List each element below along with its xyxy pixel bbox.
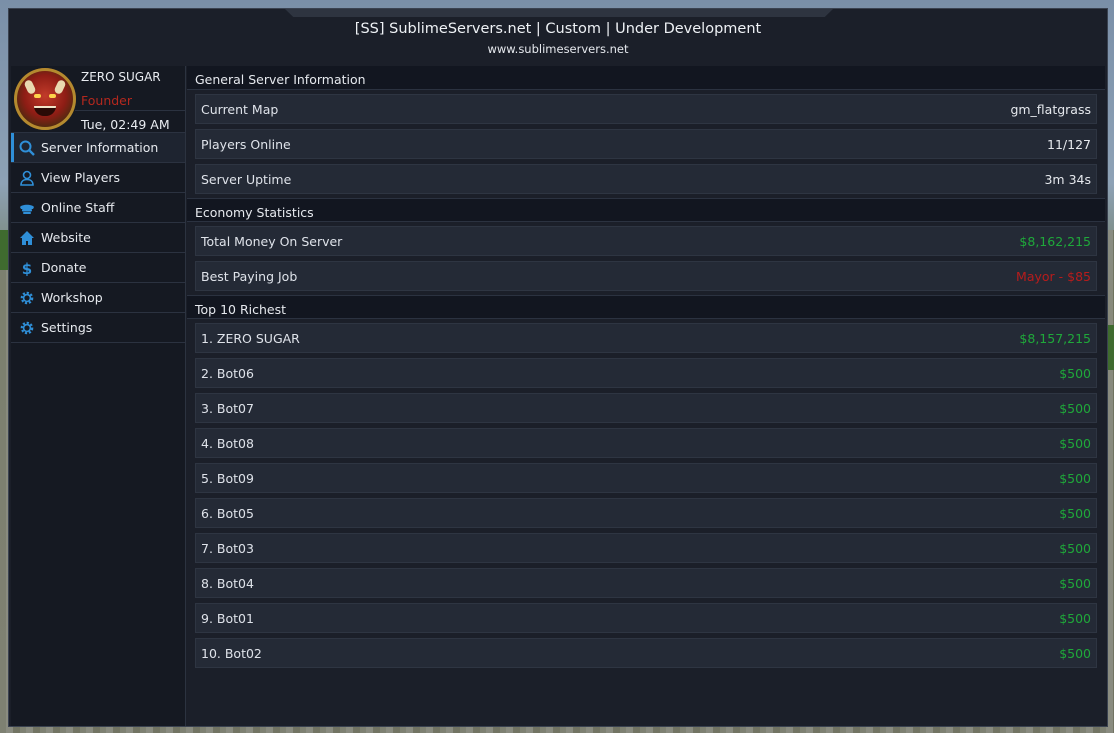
row-label: 2. Bot06 [201,365,254,381]
row-label: Total Money On Server [201,233,343,249]
window-top-tab [285,9,833,17]
sidebar-item-label: Settings [41,320,93,335]
list-item: 9. Bot01 $500 [195,603,1097,633]
economy-section: Economy Statistics Total Money On Server… [187,198,1105,295]
list-item: 6. Bot05 $500 [195,498,1097,528]
sidebar-item-website[interactable]: Website [11,223,185,253]
police-cap-icon [19,200,35,216]
info-row: Server Uptime 3m 34s [195,164,1097,194]
section-heading: General Server Information [187,66,1105,90]
search-icon [19,140,35,156]
server-menu-window: [SS] SublimeServers.net | Custom | Under… [8,8,1108,727]
user-icon [19,170,35,186]
sidebar-item-label: Workshop [41,290,103,305]
row-label: 3. Bot07 [201,400,254,416]
window-subtitle: www.sublimeservers.net [487,42,629,56]
sidebar-item-donate[interactable]: $ Donate [11,253,185,283]
info-row: Best Paying Job Mayor - $85 [195,261,1097,291]
row-value: $500 [1059,610,1091,626]
section-heading: Top 10 Richest [187,295,1105,319]
list-item: 2. Bot06 $500 [195,358,1097,388]
list-item: 5. Bot09 $500 [195,463,1097,493]
row-value: 3m 34s [1044,171,1091,187]
row-value: $500 [1059,400,1091,416]
row-value: $500 [1059,645,1091,661]
richest-section: Top 10 Richest 1. ZERO SUGAR $8,157,215 2… [187,295,1105,672]
row-label: 6. Bot05 [201,505,254,521]
row-label: 8. Bot04 [201,575,254,591]
sidebar-item-settings[interactable]: Settings [11,313,185,343]
row-value: $8,157,215 [1019,330,1091,346]
sidebar-item-label: Online Staff [41,200,115,215]
row-value: $500 [1059,575,1091,591]
row-label: 9. Bot01 [201,610,254,626]
list-item: 3. Bot07 $500 [195,393,1097,423]
profile-name: ZERO SUGAR [81,70,161,84]
sidebar-item-label: Server Information [41,140,159,155]
row-label: 5. Bot09 [201,470,254,486]
row-value: Mayor - $85 [1016,268,1091,284]
sidebar-item-label: View Players [41,170,121,185]
gear-icon [19,320,35,336]
svg-text:$: $ [22,260,32,276]
row-value: $500 [1059,505,1091,521]
list-item: 10. Bot02 $500 [195,638,1097,668]
list-item: 1. ZERO SUGAR $8,157,215 [195,323,1097,353]
profile-time: Tue, 02:49 AM [75,110,185,132]
info-row: Total Money On Server $8,162,215 [195,226,1097,256]
row-value: 11/127 [1047,136,1091,152]
profile-card: ZERO SUGAR Founder Tue, 02:49 AM [11,66,185,133]
row-label: Current Map [201,101,279,117]
dollar-icon: $ [19,260,35,276]
sidebar-item-online-staff[interactable]: Online Staff [11,193,185,223]
row-value: gm_flatgrass [1010,101,1091,117]
window-title: [SS] SublimeServers.net | Custom | Under… [354,21,762,37]
avatar [14,68,76,130]
row-label: 1. ZERO SUGAR [201,330,300,346]
row-value: $500 [1059,540,1091,556]
row-label: 4. Bot08 [201,435,254,451]
row-label: Players Online [201,136,291,152]
row-value: $500 [1059,435,1091,451]
list-item: 7. Bot03 $500 [195,533,1097,563]
row-value: $8,162,215 [1019,233,1091,249]
section-heading: Economy Statistics [187,198,1105,222]
sidebar-item-workshop[interactable]: Workshop [11,283,185,313]
main-content: General Server Information Current Map g… [187,66,1105,726]
sidebar-item-label: Donate [41,260,87,275]
list-item: 8. Bot04 $500 [195,568,1097,598]
row-value: $500 [1059,470,1091,486]
gear-icon [19,290,35,306]
home-icon [19,230,35,246]
row-label: Best Paying Job [201,268,298,284]
row-label: Server Uptime [201,171,292,187]
sidebar-item-label: Website [41,230,91,245]
sidebar: ZERO SUGAR Founder Tue, 02:49 AM Server … [11,66,186,726]
sidebar-item-server-information[interactable]: Server Information [11,133,185,163]
info-row: Current Map gm_flatgrass [195,94,1097,124]
sidebar-item-view-players[interactable]: View Players [11,163,185,193]
row-value: $500 [1059,365,1091,381]
row-label: 10. Bot02 [201,645,262,661]
general-info-section: General Server Information Current Map g… [187,66,1105,198]
list-item: 4. Bot08 $500 [195,428,1097,458]
info-row: Players Online 11/127 [195,129,1097,159]
row-label: 7. Bot03 [201,540,254,556]
profile-rank: Founder [81,93,133,108]
